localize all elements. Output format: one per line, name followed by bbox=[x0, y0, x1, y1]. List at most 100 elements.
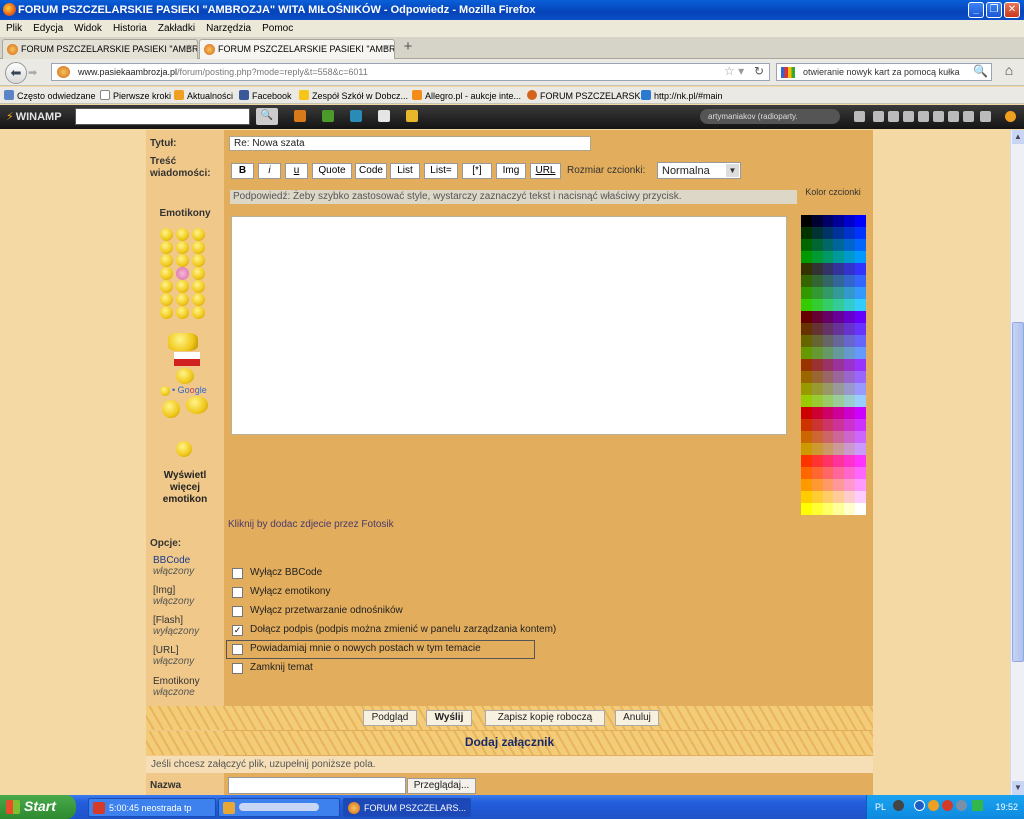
color-swatch[interactable] bbox=[822, 395, 834, 407]
color-swatch[interactable] bbox=[855, 347, 866, 359]
emoticon-icon[interactable] bbox=[160, 306, 173, 319]
bookmark-item[interactable]: FORUM PSZCZELARSK... bbox=[527, 90, 648, 101]
color-swatch[interactable] bbox=[811, 323, 823, 335]
color-swatch[interactable] bbox=[833, 431, 845, 443]
color-swatch[interactable] bbox=[801, 407, 812, 419]
color-swatch[interactable] bbox=[855, 443, 866, 455]
bookmark-item[interactable]: Allegro.pl - aukcje inte... bbox=[412, 90, 521, 101]
submit-button[interactable]: Wyślij bbox=[426, 710, 472, 726]
quote-button[interactable]: Quote bbox=[312, 163, 352, 179]
search-input[interactable]: otwieranie nowyk kart za pomocą kułka bbox=[776, 63, 992, 81]
color-swatch[interactable] bbox=[855, 275, 866, 287]
color-swatch[interactable] bbox=[822, 215, 834, 227]
keyboard-icon[interactable] bbox=[893, 800, 904, 811]
color-swatch[interactable] bbox=[822, 419, 834, 431]
color-swatch[interactable] bbox=[855, 479, 866, 491]
color-swatch[interactable] bbox=[833, 335, 845, 347]
emoticon-icon[interactable] bbox=[160, 241, 173, 254]
color-swatch[interactable] bbox=[801, 263, 812, 275]
new-tab-button[interactable]: + bbox=[397, 39, 419, 57]
color-swatch[interactable] bbox=[801, 299, 812, 311]
color-swatch[interactable] bbox=[833, 227, 845, 239]
emoticon-icon[interactable] bbox=[162, 400, 180, 418]
disable-links-checkbox[interactable] bbox=[232, 606, 243, 617]
tray-app-icon[interactable] bbox=[928, 800, 939, 811]
color-swatch[interactable] bbox=[801, 359, 812, 371]
color-swatch[interactable] bbox=[855, 323, 866, 335]
tab-2[interactable]: FORUM PSZCZELARSKIE PASIEKI "AMBR... ✕ bbox=[199, 39, 395, 59]
color-swatch[interactable] bbox=[855, 407, 866, 419]
color-swatch[interactable] bbox=[855, 431, 866, 443]
winamp-search-input[interactable] bbox=[75, 108, 250, 125]
winamp-menu-icon[interactable] bbox=[980, 111, 991, 122]
color-swatch[interactable] bbox=[811, 467, 823, 479]
color-swatch[interactable] bbox=[844, 335, 856, 347]
bookmark-item[interactable]: Facebook bbox=[239, 90, 292, 101]
emoticon-icon[interactable] bbox=[192, 241, 205, 254]
title-bar[interactable]: FORUM PSZCZELARSKIE PASIEKI "AMBROZJA" W… bbox=[0, 0, 1024, 20]
emoticon-icon[interactable] bbox=[186, 396, 208, 414]
tray-app-icon[interactable] bbox=[942, 800, 953, 811]
color-swatch[interactable] bbox=[844, 383, 856, 395]
color-swatch[interactable] bbox=[801, 419, 812, 431]
emoticon-icon[interactable] bbox=[192, 267, 205, 280]
color-swatch[interactable] bbox=[855, 371, 866, 383]
italic-button[interactable]: i bbox=[258, 163, 281, 179]
bookmark-star-icon[interactable]: ☆ ▾ bbox=[724, 64, 744, 78]
winamp-open-icon[interactable] bbox=[963, 111, 974, 122]
color-swatch[interactable] bbox=[811, 491, 823, 503]
emoticon-icon[interactable] bbox=[176, 441, 192, 457]
list-ordered-button[interactable]: List= bbox=[424, 163, 458, 179]
emoticon-icon[interactable] bbox=[176, 267, 189, 280]
tray-app-icon[interactable] bbox=[956, 800, 967, 811]
emoticon-icon[interactable] bbox=[192, 280, 205, 293]
fotosik-link[interactable]: Kliknij by dodac zdjecie przez Fotosik bbox=[228, 519, 394, 530]
code-button[interactable]: Code bbox=[355, 163, 387, 179]
emoticon-icon[interactable] bbox=[176, 228, 189, 241]
menu-plik[interactable]: Plik bbox=[0, 20, 27, 34]
disable-emoticons-checkbox[interactable] bbox=[232, 587, 243, 598]
color-swatch[interactable] bbox=[822, 299, 834, 311]
color-swatch[interactable] bbox=[844, 227, 856, 239]
color-swatch[interactable] bbox=[811, 443, 823, 455]
color-swatch[interactable] bbox=[822, 275, 834, 287]
color-swatch[interactable] bbox=[855, 299, 866, 311]
tray-app-icon[interactable] bbox=[972, 800, 983, 811]
emoticon-icon[interactable] bbox=[192, 293, 205, 306]
menu-widok[interactable]: Widok bbox=[68, 20, 107, 34]
color-swatch[interactable] bbox=[833, 263, 845, 275]
color-swatch[interactable] bbox=[855, 311, 866, 323]
emoticon-icon[interactable] bbox=[160, 228, 173, 241]
scroll-thumb[interactable] bbox=[1012, 322, 1024, 662]
color-swatch[interactable] bbox=[833, 467, 845, 479]
color-swatch[interactable] bbox=[811, 251, 823, 263]
color-swatch[interactable] bbox=[855, 359, 866, 371]
color-swatch[interactable] bbox=[833, 395, 845, 407]
menu-edycja[interactable]: Edycja bbox=[27, 20, 68, 34]
color-swatch[interactable] bbox=[833, 311, 845, 323]
emoticon-icon[interactable] bbox=[168, 333, 198, 351]
color-swatch[interactable] bbox=[811, 227, 823, 239]
color-swatch[interactable] bbox=[844, 431, 856, 443]
color-swatch[interactable] bbox=[822, 239, 834, 251]
color-swatch[interactable] bbox=[801, 239, 812, 251]
maximize-button[interactable]: ❐ bbox=[986, 2, 1002, 18]
color-swatch[interactable] bbox=[801, 311, 812, 323]
color-swatch[interactable] bbox=[811, 359, 823, 371]
taskbar-item-neostrada[interactable]: 5:00:45 neostrada tp bbox=[88, 798, 216, 817]
bold-button[interactable]: B bbox=[231, 163, 254, 179]
color-swatch[interactable] bbox=[844, 251, 856, 263]
color-swatch[interactable] bbox=[844, 395, 856, 407]
color-swatch[interactable] bbox=[801, 323, 812, 335]
attach-signature-checkbox[interactable]: ✓ bbox=[232, 625, 243, 636]
color-swatch[interactable] bbox=[855, 215, 866, 227]
font-size-select[interactable]: Normalna ▼ bbox=[657, 162, 741, 179]
color-swatch[interactable] bbox=[833, 251, 845, 263]
emoticon-icon[interactable] bbox=[160, 386, 170, 396]
color-swatch[interactable] bbox=[801, 287, 812, 299]
color-swatch[interactable] bbox=[801, 395, 812, 407]
color-swatch[interactable] bbox=[801, 467, 812, 479]
color-swatch[interactable] bbox=[822, 371, 834, 383]
color-swatch[interactable] bbox=[844, 287, 856, 299]
url-button[interactable]: URL bbox=[530, 163, 561, 179]
